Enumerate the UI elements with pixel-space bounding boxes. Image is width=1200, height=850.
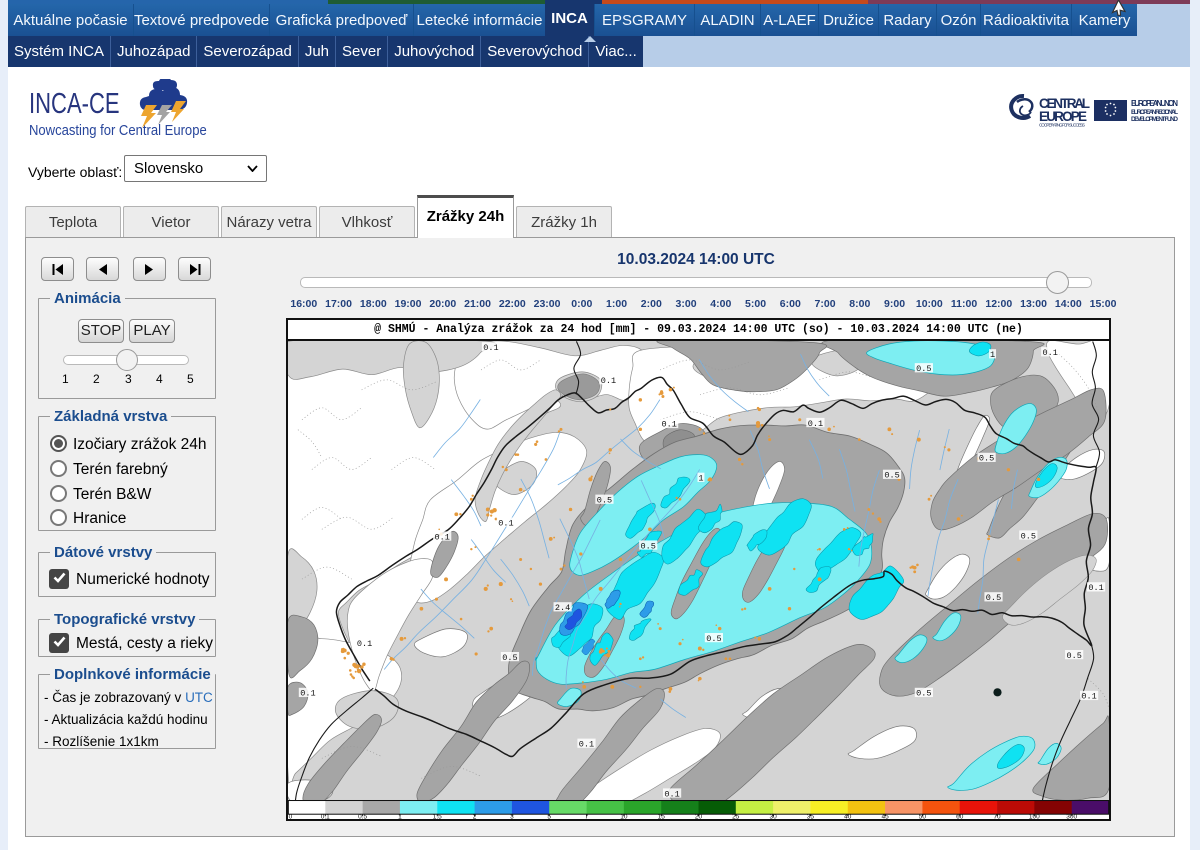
svg-text:0.1: 0.1 <box>483 343 498 353</box>
svg-text:0.1: 0.1 <box>1081 692 1096 702</box>
svg-text:0: 0 <box>289 813 293 819</box>
svg-text:0.5: 0.5 <box>979 454 994 464</box>
svg-text:0.1: 0.1 <box>661 420 676 430</box>
svg-text:0.1: 0.1 <box>435 532 450 542</box>
svg-text:0.5: 0.5 <box>986 593 1001 603</box>
svg-text:0.5: 0.5 <box>502 653 517 663</box>
svg-text:0.1: 0.1 <box>664 789 679 799</box>
svg-text:0.1: 0.1 <box>357 639 372 649</box>
svg-text:2.4: 2.4 <box>555 603 570 613</box>
svg-text:0.5: 0.5 <box>706 634 721 644</box>
svg-text:0.5: 0.5 <box>1066 651 1081 661</box>
svg-text:0.1: 0.1 <box>579 739 594 749</box>
svg-text:0.1: 0.1 <box>1043 348 1058 358</box>
svg-text:0.1: 0.1 <box>498 518 513 528</box>
svg-text:1: 1 <box>698 474 703 484</box>
svg-text:0.1: 0.1 <box>300 689 315 699</box>
svg-text:COOPERATING FOR SUCCESS: COOPERATING FOR SUCCESS <box>1039 123 1085 128</box>
svg-text:EUROPEAN UNION: EUROPEAN UNION <box>1131 99 1178 108</box>
svg-text:0.5: 0.5 <box>916 689 931 699</box>
svg-text:0.5: 0.5 <box>597 495 612 505</box>
svg-text:1: 1 <box>990 350 995 360</box>
svg-text:0.1: 0.1 <box>601 376 616 386</box>
svg-text:0.5: 0.5 <box>916 364 931 374</box>
svg-text:EUROPEAN REGIONAL: EUROPEAN REGIONAL <box>1131 109 1178 116</box>
svg-text:DEVELOPMENT FUND: DEVELOPMENT FUND <box>1131 116 1178 123</box>
svg-text:0.5: 0.5 <box>641 541 656 551</box>
svg-text:0.1: 0.1 <box>808 419 823 429</box>
svg-text:0.1: 0.1 <box>1088 583 1103 593</box>
svg-text:0.5: 0.5 <box>1021 531 1036 541</box>
svg-text:0.5: 0.5 <box>884 471 899 481</box>
